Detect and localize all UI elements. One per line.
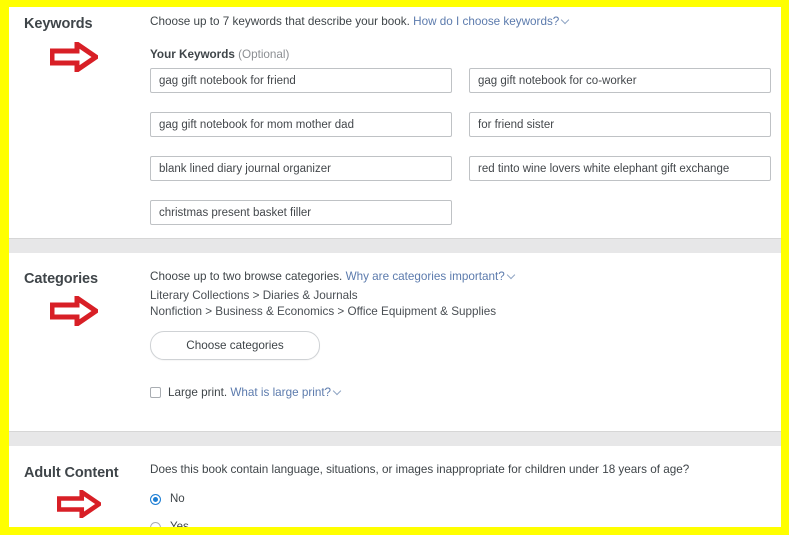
- keyword-cell-6: [469, 156, 771, 200]
- highlighted-page-frame: Keywords Choose up to 7 keywords that de…: [0, 0, 789, 535]
- large-print-label: Large print.: [168, 386, 228, 399]
- selected-categories-list: Literary Collections > Diaries & Journal…: [150, 288, 771, 320]
- adult-content-option-yes[interactable]: Yes: [150, 521, 771, 527]
- keyword-cell-empty: [469, 200, 771, 244]
- keywords-helper-text: Choose up to 7 keywords that describe yo…: [150, 15, 410, 28]
- categories-helper-row: Choose up to two browse categories. Why …: [150, 270, 771, 284]
- keyword-input-1[interactable]: [150, 68, 452, 93]
- why-are-categories-important-link[interactable]: Why are categories important?: [346, 270, 505, 283]
- categories-section-title: Categories: [24, 271, 98, 287]
- radio-yes[interactable]: [150, 521, 161, 527]
- large-print-checkbox[interactable]: [150, 387, 161, 398]
- adult-content-option-no[interactable]: No: [150, 493, 771, 505]
- keywords-section: Keywords Choose up to 7 keywords that de…: [9, 7, 781, 238]
- red-arrow-icon: [50, 296, 150, 326]
- keywords-label-column: Keywords: [9, 15, 150, 238]
- page-content: Keywords Choose up to 7 keywords that de…: [9, 7, 781, 527]
- adult-content-section: Adult Content Does this book contain lan…: [9, 446, 781, 527]
- section-divider-2: [9, 431, 781, 446]
- categories-label-column: Categories: [9, 270, 150, 431]
- keyword-input-6[interactable]: [469, 156, 771, 181]
- red-arrow-icon: [50, 42, 150, 72]
- red-arrow-icon: [57, 490, 150, 518]
- optional-label: (Optional): [238, 48, 290, 61]
- radio-yes-label: Yes: [170, 521, 189, 527]
- adult-content-section-title: Adult Content: [24, 465, 119, 481]
- categories-body: Choose up to two browse categories. Why …: [150, 270, 781, 431]
- adult-content-question: Does this book contain language, situati…: [150, 463, 690, 476]
- keyword-input-3[interactable]: [150, 112, 452, 137]
- choose-categories-button[interactable]: Choose categories: [150, 331, 320, 360]
- how-do-i-choose-keywords-link[interactable]: How do I choose keywords?: [413, 15, 559, 28]
- keyword-cell-1: [150, 68, 452, 112]
- chevron-down-icon: [334, 388, 341, 395]
- your-keywords-label-row: Your Keywords (Optional): [150, 48, 771, 61]
- keyword-cell-4: [469, 112, 771, 156]
- selected-category-1: Literary Collections > Diaries & Journal…: [150, 289, 358, 302]
- keywords-body: Choose up to 7 keywords that describe yo…: [150, 15, 781, 238]
- categories-section: Categories Choose up to two browse categ…: [9, 253, 781, 431]
- keyword-input-4[interactable]: [469, 112, 771, 137]
- keywords-helper-row: Choose up to 7 keywords that describe yo…: [150, 15, 771, 29]
- large-print-row: Large print. What is large print?: [150, 386, 771, 399]
- keyword-cell-5: [150, 156, 452, 200]
- radio-no-label: No: [170, 493, 185, 505]
- keyword-cell-2: [469, 68, 771, 112]
- chevron-down-icon: [562, 17, 569, 24]
- keywords-section-title: Keywords: [24, 16, 93, 32]
- what-is-large-print-link[interactable]: What is large print?: [230, 386, 331, 399]
- keyword-input-grid: [150, 68, 771, 244]
- radio-no[interactable]: [150, 493, 161, 505]
- chevron-down-icon: [508, 272, 515, 279]
- keyword-cell-7: [150, 200, 452, 244]
- selected-category-2: Nonfiction > Business & Economics > Offi…: [150, 305, 497, 318]
- categories-helper-text: Choose up to two browse categories.: [150, 270, 343, 283]
- keyword-input-2[interactable]: [469, 68, 771, 93]
- adult-content-label-column: Adult Content: [9, 463, 150, 527]
- keyword-cell-3: [150, 112, 452, 156]
- keyword-input-7[interactable]: [150, 200, 452, 225]
- adult-content-body: Does this book contain language, situati…: [150, 463, 781, 527]
- your-keywords-label: Your Keywords: [150, 48, 235, 61]
- large-print-text: Large print. What is large print?: [168, 386, 341, 399]
- keyword-input-5[interactable]: [150, 156, 452, 181]
